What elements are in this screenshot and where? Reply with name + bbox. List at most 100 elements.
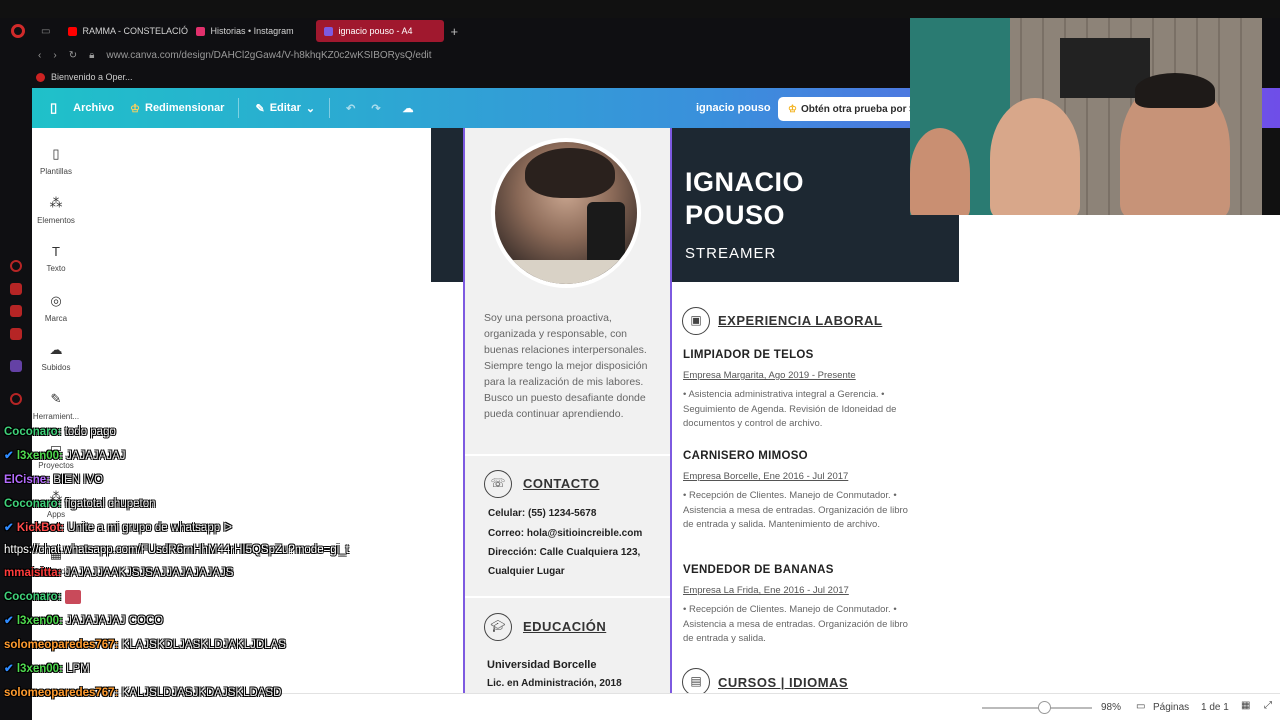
zoom-slider-handle[interactable] [1038,701,1051,714]
player-icon[interactable] [10,393,22,405]
forward-icon[interactable]: › [53,50,56,61]
resume-role[interactable]: STREAMER [685,245,776,262]
sidebar-item-templates[interactable]: ▯ Plantillas [32,146,80,176]
chevron-down-icon: ⌄ [305,102,316,115]
new-tab-button[interactable]: + [450,24,458,39]
verified-badge-icon: ✔ [4,450,14,462]
divider [465,596,670,598]
grid-view-icon[interactable]: ▦ [1241,700,1250,711]
wallet-icon[interactable] [10,283,22,295]
chat-username: mmaisitta: [4,567,62,579]
job-company[interactable]: Empresa La Frida, Ene 2016 - Jul 2017 [683,585,849,596]
instagram-icon [196,26,206,36]
chat-message: solomeoparedes767: KALJSLDJASJKDAJSKLDAS… [4,681,424,705]
sidebar-item-uploads[interactable]: ☁ Subidos [32,342,80,372]
chat-username: Coconaro: [4,498,62,510]
sidebar-toggle-icon[interactable]: ▯ [50,100,57,116]
job-company[interactable]: Empresa Margarita, Ago 2019 - Presente [683,370,856,381]
messenger-icon[interactable] [10,305,22,317]
bookmark-welcome[interactable]: Bienvenido a Oper... [51,72,133,82]
sidebar-item-tools[interactable]: ✎ Herramient... [32,391,80,421]
fullscreen-icon[interactable]: ⤢ [1264,700,1272,711]
sidebar-item-brand[interactable]: ◎ Marca [32,293,80,323]
lock-icon: 🔒︎ [89,49,95,61]
chat-message: solomeoparedes767: KLAJSKDLJASKLDJAKLJDL… [4,633,424,657]
trial-button[interactable]: ♔ Obtén otra prueba por $ [778,97,925,121]
contact-email[interactable]: Correo: hola@sitioincreible.com [488,528,642,539]
edit-menu[interactable]: ✎ Editar ⌄ [255,102,315,115]
verified-badge-icon: ✔ [4,522,14,534]
zoom-level[interactable]: 98% [1101,702,1121,713]
courses-title[interactable]: CURSOS | IDIOMAS [718,675,848,690]
graduation-cap-icon: 🎓︎ [484,613,512,641]
verified-badge-icon: ✔ [4,615,14,627]
instagram-side-icon[interactable] [10,328,22,340]
templates-icon: ▯ [52,146,60,161]
education-title[interactable]: EDUCACIÓN [523,619,606,634]
chat-text: JAJAJAJAJ [66,450,126,462]
chat-text: todo pago [64,426,116,438]
chat-text: KALJSLDJASJKDAJSKLDASD [121,687,282,699]
aria-icon[interactable] [10,260,22,272]
profile-photo[interactable] [491,138,641,288]
sidebar-item-text[interactable]: T Texto [32,244,80,273]
chat-message: https://chat.whatsapp.com/FUsdR6rnHhM44r… [4,540,354,561]
chat-message: Coconaro: todo pago [4,420,424,444]
screen: ▭ RAMMA - CONSTELACIÓN Historias • Insta… [0,0,1280,720]
pages-icon[interactable]: ▭ [1136,701,1145,712]
document-name[interactable]: ignacio pouso [696,102,771,114]
contact-address-line2[interactable]: Cualquier Lugar [488,566,565,577]
stream-chat: Coconaro: todo pago ✔ l3xen00: JAJAJAJAJ E… [4,420,424,705]
pencil-icon: ✎ [255,102,265,115]
tab-ramma[interactable]: RAMMA - CONSTELACIÓN [60,20,188,42]
undo-button[interactable]: ↶ [346,102,355,115]
job-company[interactable]: Empresa Borcelle, Ene 2016 - Jul 2017 [683,471,848,482]
experience-title[interactable]: EXPERIENCIA LABORAL [718,313,882,328]
chat-message: Coconaro: [4,585,424,609]
resize-menu[interactable]: ♔ Redimensionar [130,102,224,115]
twitch-icon[interactable] [10,360,22,372]
chat-text: JAJAJAJAJ COCO [66,615,164,627]
contact-phone[interactable]: Celular: (55) 1234-5678 [488,508,596,519]
job-title[interactable]: CARNISERO MIMOSO [683,450,808,462]
education-university[interactable]: Universidad Borcelle [487,659,596,671]
redo-button[interactable]: ↷ [371,102,380,115]
job-description[interactable]: • Recepción de Clientes. Manejo de Conmu… [683,603,913,647]
job-title[interactable]: VENDEDOR DE BANANAS [683,564,834,576]
canvas-workspace-right[interactable] [959,215,1280,693]
resume-name[interactable]: IGNACIO POUSO [685,166,804,232]
contact-address[interactable]: Dirección: Calle Cualquiera 123, [488,547,640,558]
opera-logo-icon[interactable] [11,24,25,38]
url-field[interactable]: www.canva.com/design/DAHCl2gGaw4/V-h8khq… [106,50,431,61]
zoom-slider[interactable] [982,707,1092,709]
chat-message: ✔ l3xen00: LPM [4,657,424,681]
tab-overview-icon[interactable]: ▭ [41,26,50,37]
contact-title[interactable]: CONTACTO [523,476,599,491]
chat-text: BIEN IVO [53,474,104,486]
job-title[interactable]: LIMPIADOR DE TELOS [683,349,814,361]
about-text[interactable]: Soy una persona proactiva, organizada y … [484,310,664,422]
resume-page[interactable]: IGNACIO POUSO STREAMER Soy una persona pr… [431,128,959,693]
youtube-icon [68,26,78,36]
file-menu[interactable]: Archivo [73,102,114,114]
reload-icon[interactable]: ↻ [69,50,77,61]
chat-message: ✔ KickBot: Unite a mi grupo de whatsapp … [4,516,424,540]
chat-text: figatotal chupeton [64,498,156,510]
sidebar-item-elements[interactable]: ⁂ Elementos [32,195,80,225]
chat-message: ✔ l3xen00: JAJAJAJAJ [4,444,424,468]
job-description[interactable]: • Recepción de Clientes. Manejo de Conmu… [683,489,913,533]
chat-username: solomeoparedes767: [4,639,119,651]
chat-text: https://chat.whatsapp.com/FUsdR6rnHhM44r… [4,544,349,556]
chat-text: KLAJSKDLJASKLDJAKLJDLAS [121,639,286,651]
chat-username: ElCisne: [4,474,51,486]
cloud-save-icon[interactable]: ☁ [403,102,414,115]
opera-bookmark-icon [36,72,45,82]
job-description[interactable]: • Asistencia administrativa integral a G… [683,388,913,432]
back-icon[interactable]: ‹ [38,50,41,61]
chat-text: JAJAJJAAKJSJSAJJAJAJAJAJS [64,567,234,579]
tab-instagram[interactable]: Historias • Instagram [188,20,316,42]
pages-label[interactable]: Páginas [1153,702,1189,713]
education-degree[interactable]: Lic. en Administración, 2018 [487,678,622,689]
tab-canva[interactable]: ignacio pouso - A4 [316,20,445,42]
brand-icon: ◎ [50,293,62,308]
